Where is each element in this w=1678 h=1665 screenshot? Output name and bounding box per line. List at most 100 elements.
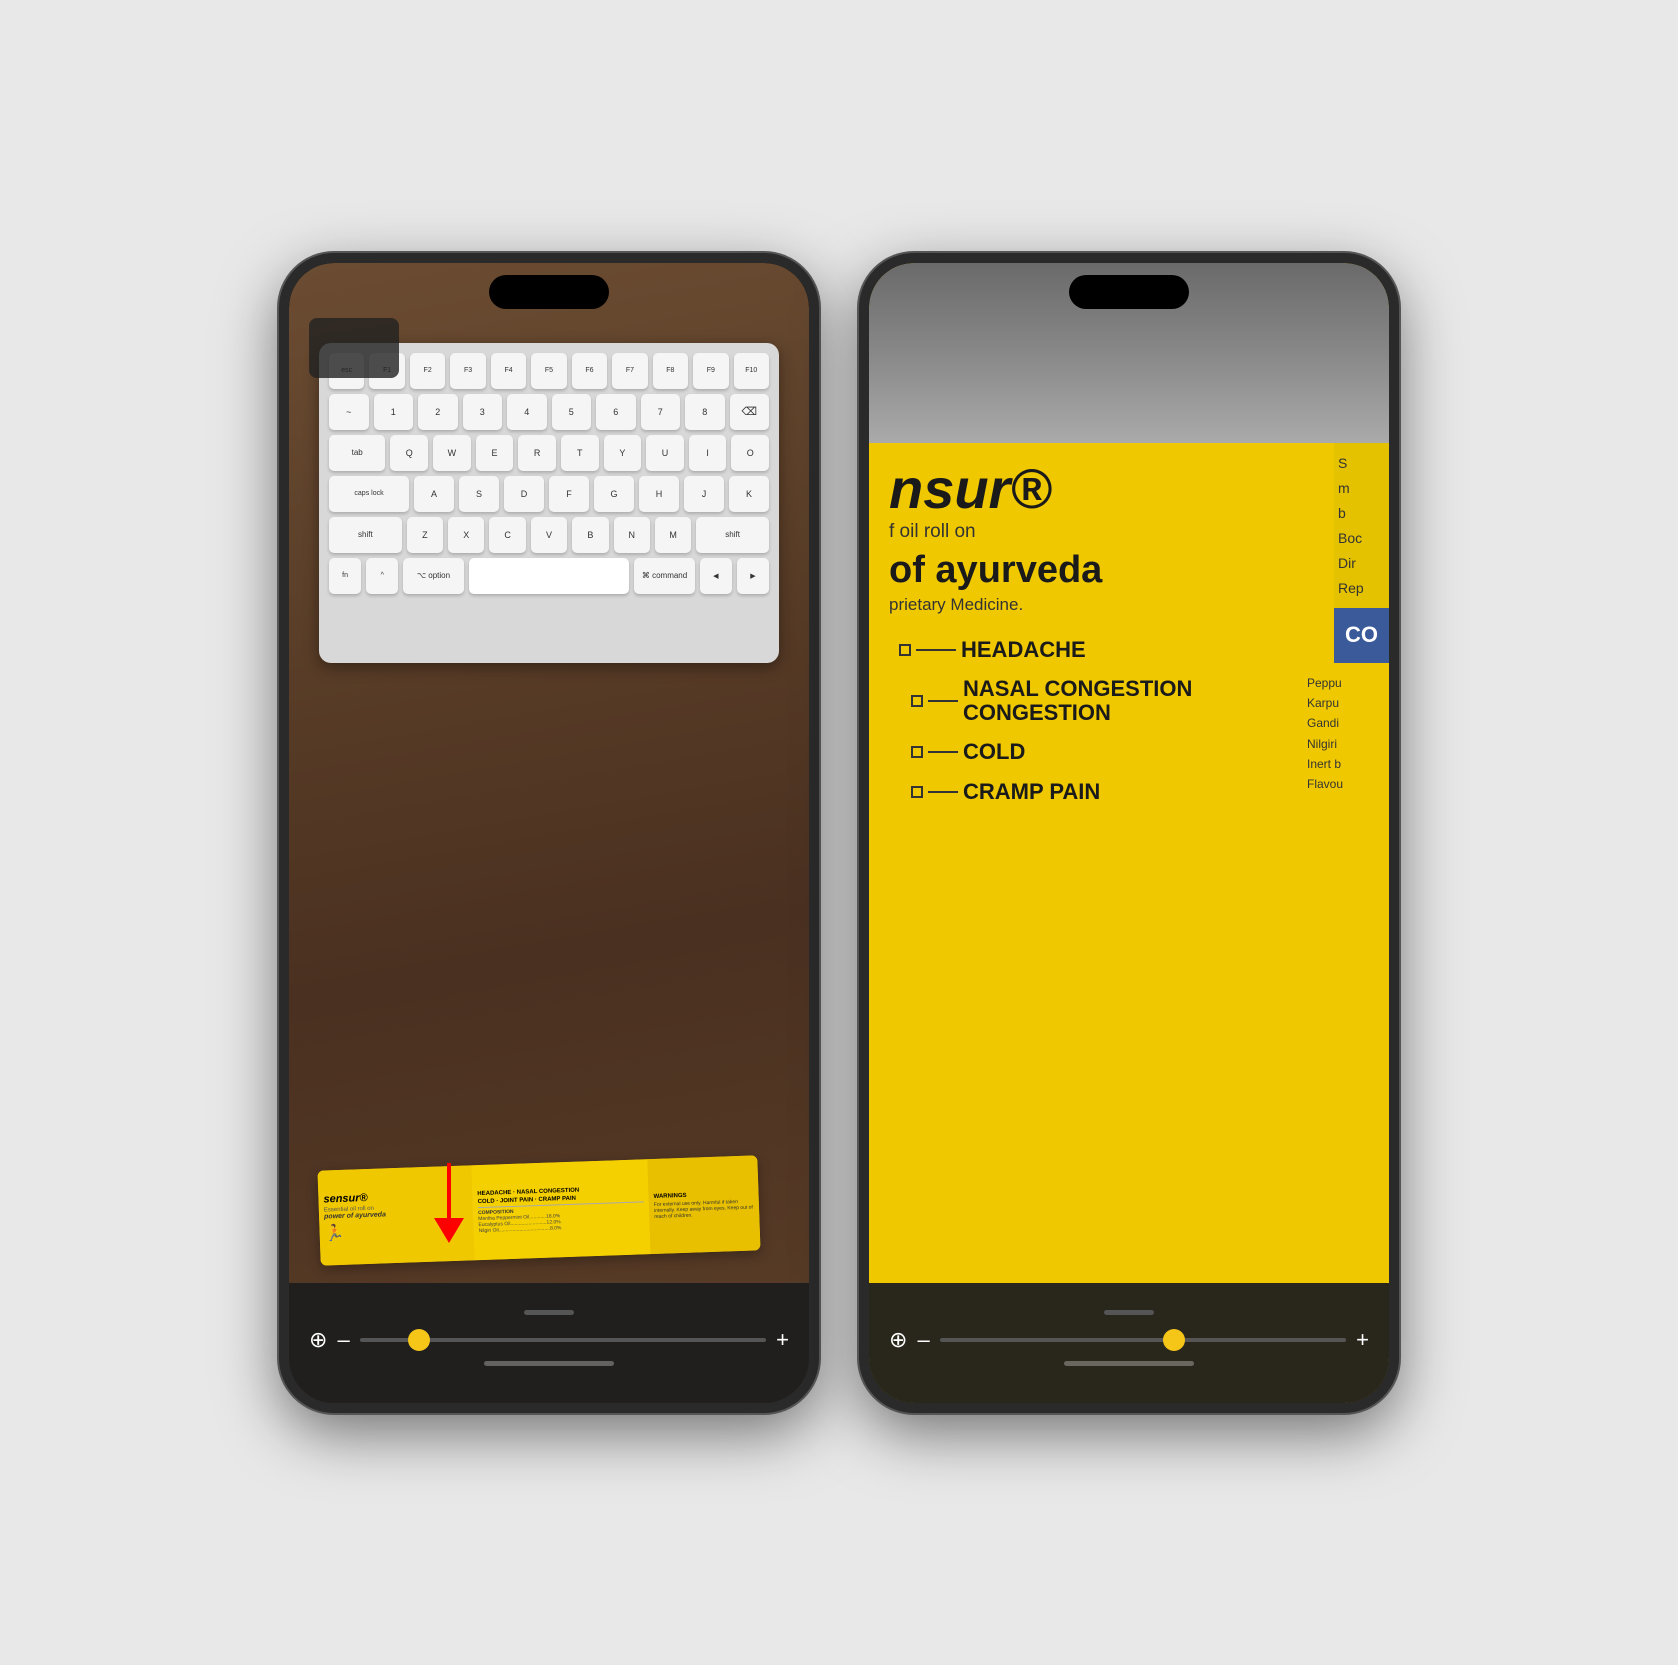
zoom-plus-left[interactable]: + (776, 1327, 789, 1353)
key-f8[interactable]: F8 (653, 353, 688, 389)
zoom-minus-right[interactable]: – (917, 1327, 929, 1353)
label-closeup: nsur® f oil roll on of ayurveda prietary… (869, 263, 1389, 1403)
key-f6[interactable]: F6 (572, 353, 607, 389)
key-right[interactable]: ▶ (737, 558, 769, 594)
label-right-partial: SmbBocDirRep (1334, 443, 1389, 610)
zoom-icon-left[interactable]: ⊕ (309, 1327, 327, 1353)
key-2[interactable]: 2 (418, 394, 458, 430)
symptom-line-nasal (928, 700, 958, 702)
key-tab[interactable]: tab (329, 435, 385, 471)
key-8[interactable]: 8 (685, 394, 725, 430)
home-indicator-right (1064, 1361, 1194, 1366)
ingredient-4: Nilgiri (1307, 734, 1387, 754)
key-t[interactable]: T (561, 435, 599, 471)
label-body: nsur® f oil roll on of ayurveda prietary… (869, 443, 1389, 839)
product-box: sensur® Essential oil roll on power of a… (317, 1155, 760, 1265)
zoom-plus-right[interactable]: + (1356, 1327, 1369, 1353)
symptom-cold-row: COLD (911, 739, 1369, 765)
key-5[interactable]: 5 (552, 394, 592, 430)
key-w[interactable]: W (433, 435, 471, 471)
key-s[interactable]: S (459, 476, 499, 512)
bottom-bar-left: ⊕ – + (289, 1283, 809, 1403)
key-a[interactable]: A (414, 476, 454, 512)
key-e[interactable]: E (476, 435, 514, 471)
zoom-icon-right[interactable]: ⊕ (889, 1327, 907, 1353)
symptom-text-headache: HEADACHE (961, 637, 1086, 663)
symptom-text-cold: COLD (963, 739, 1025, 765)
key-tilde[interactable]: ~ (329, 394, 369, 430)
product-right: WARNINGS For external use only. Harmful … (647, 1155, 760, 1254)
key-fn[interactable]: fn (329, 558, 361, 594)
zoom-controls-left: ⊕ – + (309, 1327, 789, 1353)
key-f3[interactable]: F3 (450, 353, 485, 389)
zoom-controls-right: ⊕ – + (889, 1327, 1369, 1353)
key-command[interactable]: ⌘ command (634, 558, 694, 594)
keyboard-row-bottom: fn ^ ⌥ option ⌘ command ◀ ▶ (329, 558, 769, 594)
zoom-slider-left[interactable] (360, 1338, 766, 1342)
key-h[interactable]: H (639, 476, 679, 512)
ingredient-1: Peppu (1307, 673, 1387, 693)
key-c[interactable]: C (489, 517, 525, 553)
key-f[interactable]: F (549, 476, 589, 512)
key-f9[interactable]: F9 (693, 353, 728, 389)
key-y[interactable]: Y (604, 435, 642, 471)
key-ctrl[interactable]: ^ (366, 558, 398, 594)
key-f2[interactable]: F2 (410, 353, 445, 389)
keyboard: esc F1 F2 F3 F4 F5 F6 F7 F8 F9 F10 ~ 1 2… (319, 343, 779, 663)
key-f10[interactable]: F10 (734, 353, 769, 389)
phone-right: nsur® f oil roll on of ayurveda prietary… (859, 253, 1399, 1413)
key-k[interactable]: K (729, 476, 769, 512)
key-f7[interactable]: F7 (612, 353, 647, 389)
label-symptoms: HEADACHE NASAL CONGESTION CONGESTION (899, 637, 1369, 805)
key-3[interactable]: 3 (463, 394, 503, 430)
key-shift[interactable]: shift (329, 517, 402, 553)
key-z[interactable]: Z (407, 517, 443, 553)
key-q[interactable]: Q (390, 435, 428, 471)
label-ayurveda: of ayurveda (889, 551, 1369, 589)
product-warnings: For external use only. Harmful if taken … (654, 1197, 755, 1218)
key-backspace[interactable]: ⌫ (730, 394, 770, 430)
key-1[interactable]: 1 (374, 394, 414, 430)
key-4[interactable]: 4 (507, 394, 547, 430)
key-r[interactable]: R (518, 435, 556, 471)
keyboard-row-zxcv: shift Z X C V B N M shift (329, 517, 769, 553)
key-f4[interactable]: F4 (491, 353, 526, 389)
bottom-bar-right: ⊕ – + (869, 1283, 1389, 1403)
key-m[interactable]: M (655, 517, 691, 553)
ingredient-5: Inert b (1307, 754, 1387, 774)
label-medicine-type: prietary Medicine. (889, 595, 1369, 615)
key-option[interactable]: ⌥ option (403, 558, 463, 594)
key-n[interactable]: N (614, 517, 650, 553)
label-blue-box: CO (1334, 608, 1389, 663)
symptom-dot-cramp (911, 786, 923, 798)
key-x[interactable]: X (448, 517, 484, 553)
key-space[interactable] (469, 558, 630, 594)
key-d[interactable]: D (504, 476, 544, 512)
key-i[interactable]: I (689, 435, 727, 471)
key-left[interactable]: ◀ (700, 558, 732, 594)
zoom-minus-left[interactable]: – (337, 1327, 349, 1353)
dynamic-island-left (489, 275, 609, 309)
zoom-slider-right[interactable] (940, 1338, 1346, 1342)
symptom-dot-headache (899, 644, 911, 656)
symptom-cramp-row: CRAMP PAIN (911, 779, 1369, 805)
key-6[interactable]: 6 (596, 394, 636, 430)
symptom-text-nasal: NASAL CONGESTION CONGESTION (963, 677, 1192, 725)
key-shift-right[interactable]: shift (696, 517, 769, 553)
symptom-line-cold (928, 751, 958, 753)
zoom-thumb-left[interactable] (408, 1329, 430, 1351)
key-capslock[interactable]: caps lock (329, 476, 409, 512)
symptom-dot-nasal (911, 695, 923, 707)
key-v[interactable]: V (531, 517, 567, 553)
key-g[interactable]: G (594, 476, 634, 512)
key-u[interactable]: U (646, 435, 684, 471)
key-7[interactable]: 7 (641, 394, 681, 430)
key-b[interactable]: B (572, 517, 608, 553)
key-o[interactable]: O (731, 435, 769, 471)
symptom-dot-cold (911, 746, 923, 758)
key-j[interactable]: J (684, 476, 724, 512)
zoom-thumb-right[interactable] (1163, 1329, 1185, 1351)
key-f5[interactable]: F5 (531, 353, 566, 389)
phone-left: esc F1 F2 F3 F4 F5 F6 F7 F8 F9 F10 ~ 1 2… (279, 253, 819, 1413)
symptom-headache-row: HEADACHE (899, 637, 1369, 663)
